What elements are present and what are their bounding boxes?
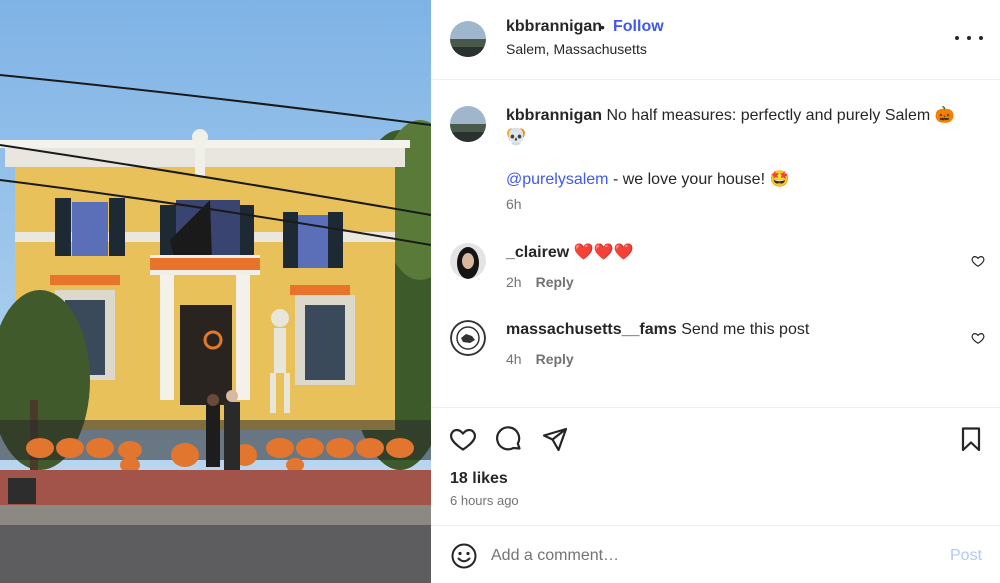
author-username[interactable]: kbbrannigan: [506, 18, 602, 36]
share-icon[interactable]: [541, 425, 569, 453]
post-location[interactable]: Salem, Massachusetts: [506, 41, 647, 57]
post-photo[interactable]: [0, 0, 431, 583]
caption-avatar[interactable]: [450, 106, 486, 142]
author-avatar[interactable]: [450, 21, 486, 57]
comment-avatar[interactable]: [450, 243, 486, 279]
comment-composer: Post: [431, 525, 1000, 583]
comment-body: ❤️❤️❤️: [573, 244, 634, 261]
caption-time: 6h: [506, 196, 522, 212]
likes-count[interactable]: 18 likes: [450, 470, 508, 488]
caption-body-line2: 💀: [506, 129, 526, 146]
comment-username[interactable]: _clairew: [506, 244, 569, 261]
post-detail-panel: kbbrannigan • Follow Salem, Massachusett…: [431, 0, 1000, 583]
mention-link[interactable]: @purelysalem: [506, 171, 609, 188]
comment-input[interactable]: [491, 544, 931, 568]
comment-text: massachusetts__fams Send me this post: [506, 319, 976, 341]
post-header: kbbrannigan • Follow Salem, Massachusett…: [431, 0, 1000, 80]
bookmark-icon[interactable]: [957, 425, 985, 453]
comment-text: _clairew ❤️❤️❤️: [506, 242, 976, 264]
comment-avatar[interactable]: [450, 320, 486, 356]
heart-icon[interactable]: [449, 425, 477, 453]
caption-text-line2: 💀: [506, 127, 976, 149]
reply-button[interactable]: Reply: [536, 351, 574, 367]
comment-meta: 2h Reply: [506, 274, 574, 290]
more-options-icon[interactable]: [955, 28, 983, 48]
comment-meta: 4h Reply: [506, 351, 574, 367]
comment-time[interactable]: 2h: [506, 274, 522, 290]
caption-mention-line: @purelysalem - we love your house! 🤩: [506, 169, 976, 191]
follow-button[interactable]: Follow: [613, 18, 664, 36]
comment-like-icon[interactable]: [971, 331, 985, 345]
post-time-ago[interactable]: 6 hours ago: [450, 493, 519, 508]
emoji-icon[interactable]: [450, 542, 478, 570]
comment-like-icon[interactable]: [971, 254, 985, 268]
comment-body: Send me this post: [681, 321, 810, 338]
comment-username[interactable]: massachusetts__fams: [506, 321, 677, 338]
comment-time[interactable]: 4h: [506, 351, 522, 367]
caption-timestamp[interactable]: 6h: [506, 196, 522, 212]
post-actions: 18 likes 6 hours ago: [431, 407, 1000, 525]
post-comment-button[interactable]: Post: [950, 547, 982, 565]
reply-button[interactable]: Reply: [536, 274, 574, 290]
caption-username[interactable]: kbbrannigan: [506, 107, 602, 124]
comment-icon[interactable]: [495, 425, 523, 453]
separator-dot: •: [600, 19, 605, 35]
mention-suffix: - we love your house! 🤩: [608, 171, 790, 188]
halloween-house-image: [0, 0, 431, 583]
comments-section: kbbrannigan No half measures: perfectly …: [431, 81, 1000, 407]
